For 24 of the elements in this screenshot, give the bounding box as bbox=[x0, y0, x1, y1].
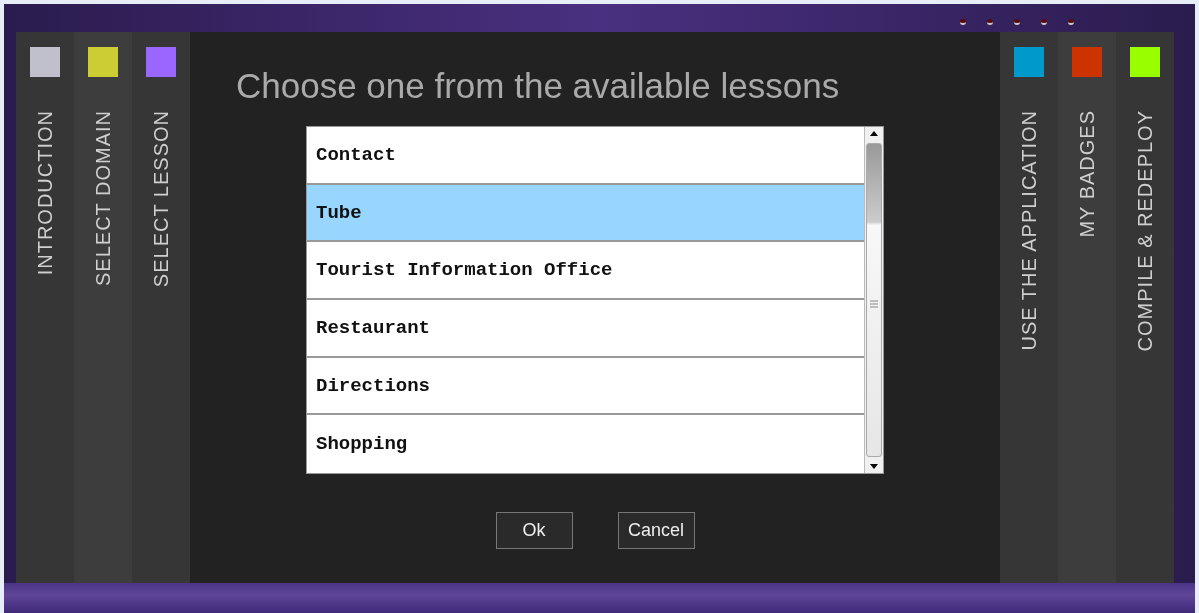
sidebar-tab[interactable]: USE THE APPLICATION bbox=[1000, 32, 1058, 583]
list-item[interactable]: Tube bbox=[307, 184, 864, 243]
sidebar-tab[interactable]: COMPILE & REDEPLOY bbox=[1116, 32, 1174, 583]
tab-label: SELECT LESSON bbox=[149, 110, 173, 288]
cancel-button[interactable]: Cancel bbox=[617, 512, 695, 549]
dot-icon bbox=[987, 19, 993, 25]
tab-label: USE THE APPLICATION bbox=[1017, 110, 1041, 351]
sidebar-tab[interactable]: INTRODUCTION bbox=[16, 32, 74, 583]
tab-label: MY BADGES bbox=[1075, 110, 1099, 238]
tab-label: SELECT DOMAIN bbox=[91, 110, 115, 286]
sidebar-tab[interactable]: SELECT LESSON bbox=[132, 32, 190, 583]
sidebar-tab[interactable]: MY BADGES bbox=[1058, 32, 1116, 583]
grip-icon bbox=[870, 300, 878, 308]
dot-icon bbox=[1068, 19, 1074, 25]
lesson-list[interactable]: Contact Tube Tourist Information Office Restaurant Directions Shopping bbox=[306, 126, 884, 474]
scrollbar[interactable] bbox=[864, 127, 883, 473]
tab-label: INTRODUCTION bbox=[33, 110, 57, 276]
tab-label: COMPILE & REDEPLOY bbox=[1133, 110, 1157, 352]
dot-icon bbox=[960, 19, 966, 25]
dot-icon bbox=[1014, 19, 1020, 25]
sidebar-tab[interactable]: SELECT DOMAIN bbox=[74, 32, 132, 583]
dialog-title: Choose one from the available lessons bbox=[235, 66, 841, 106]
ok-button[interactable]: Ok bbox=[495, 512, 573, 549]
dot-icon bbox=[1041, 19, 1047, 25]
